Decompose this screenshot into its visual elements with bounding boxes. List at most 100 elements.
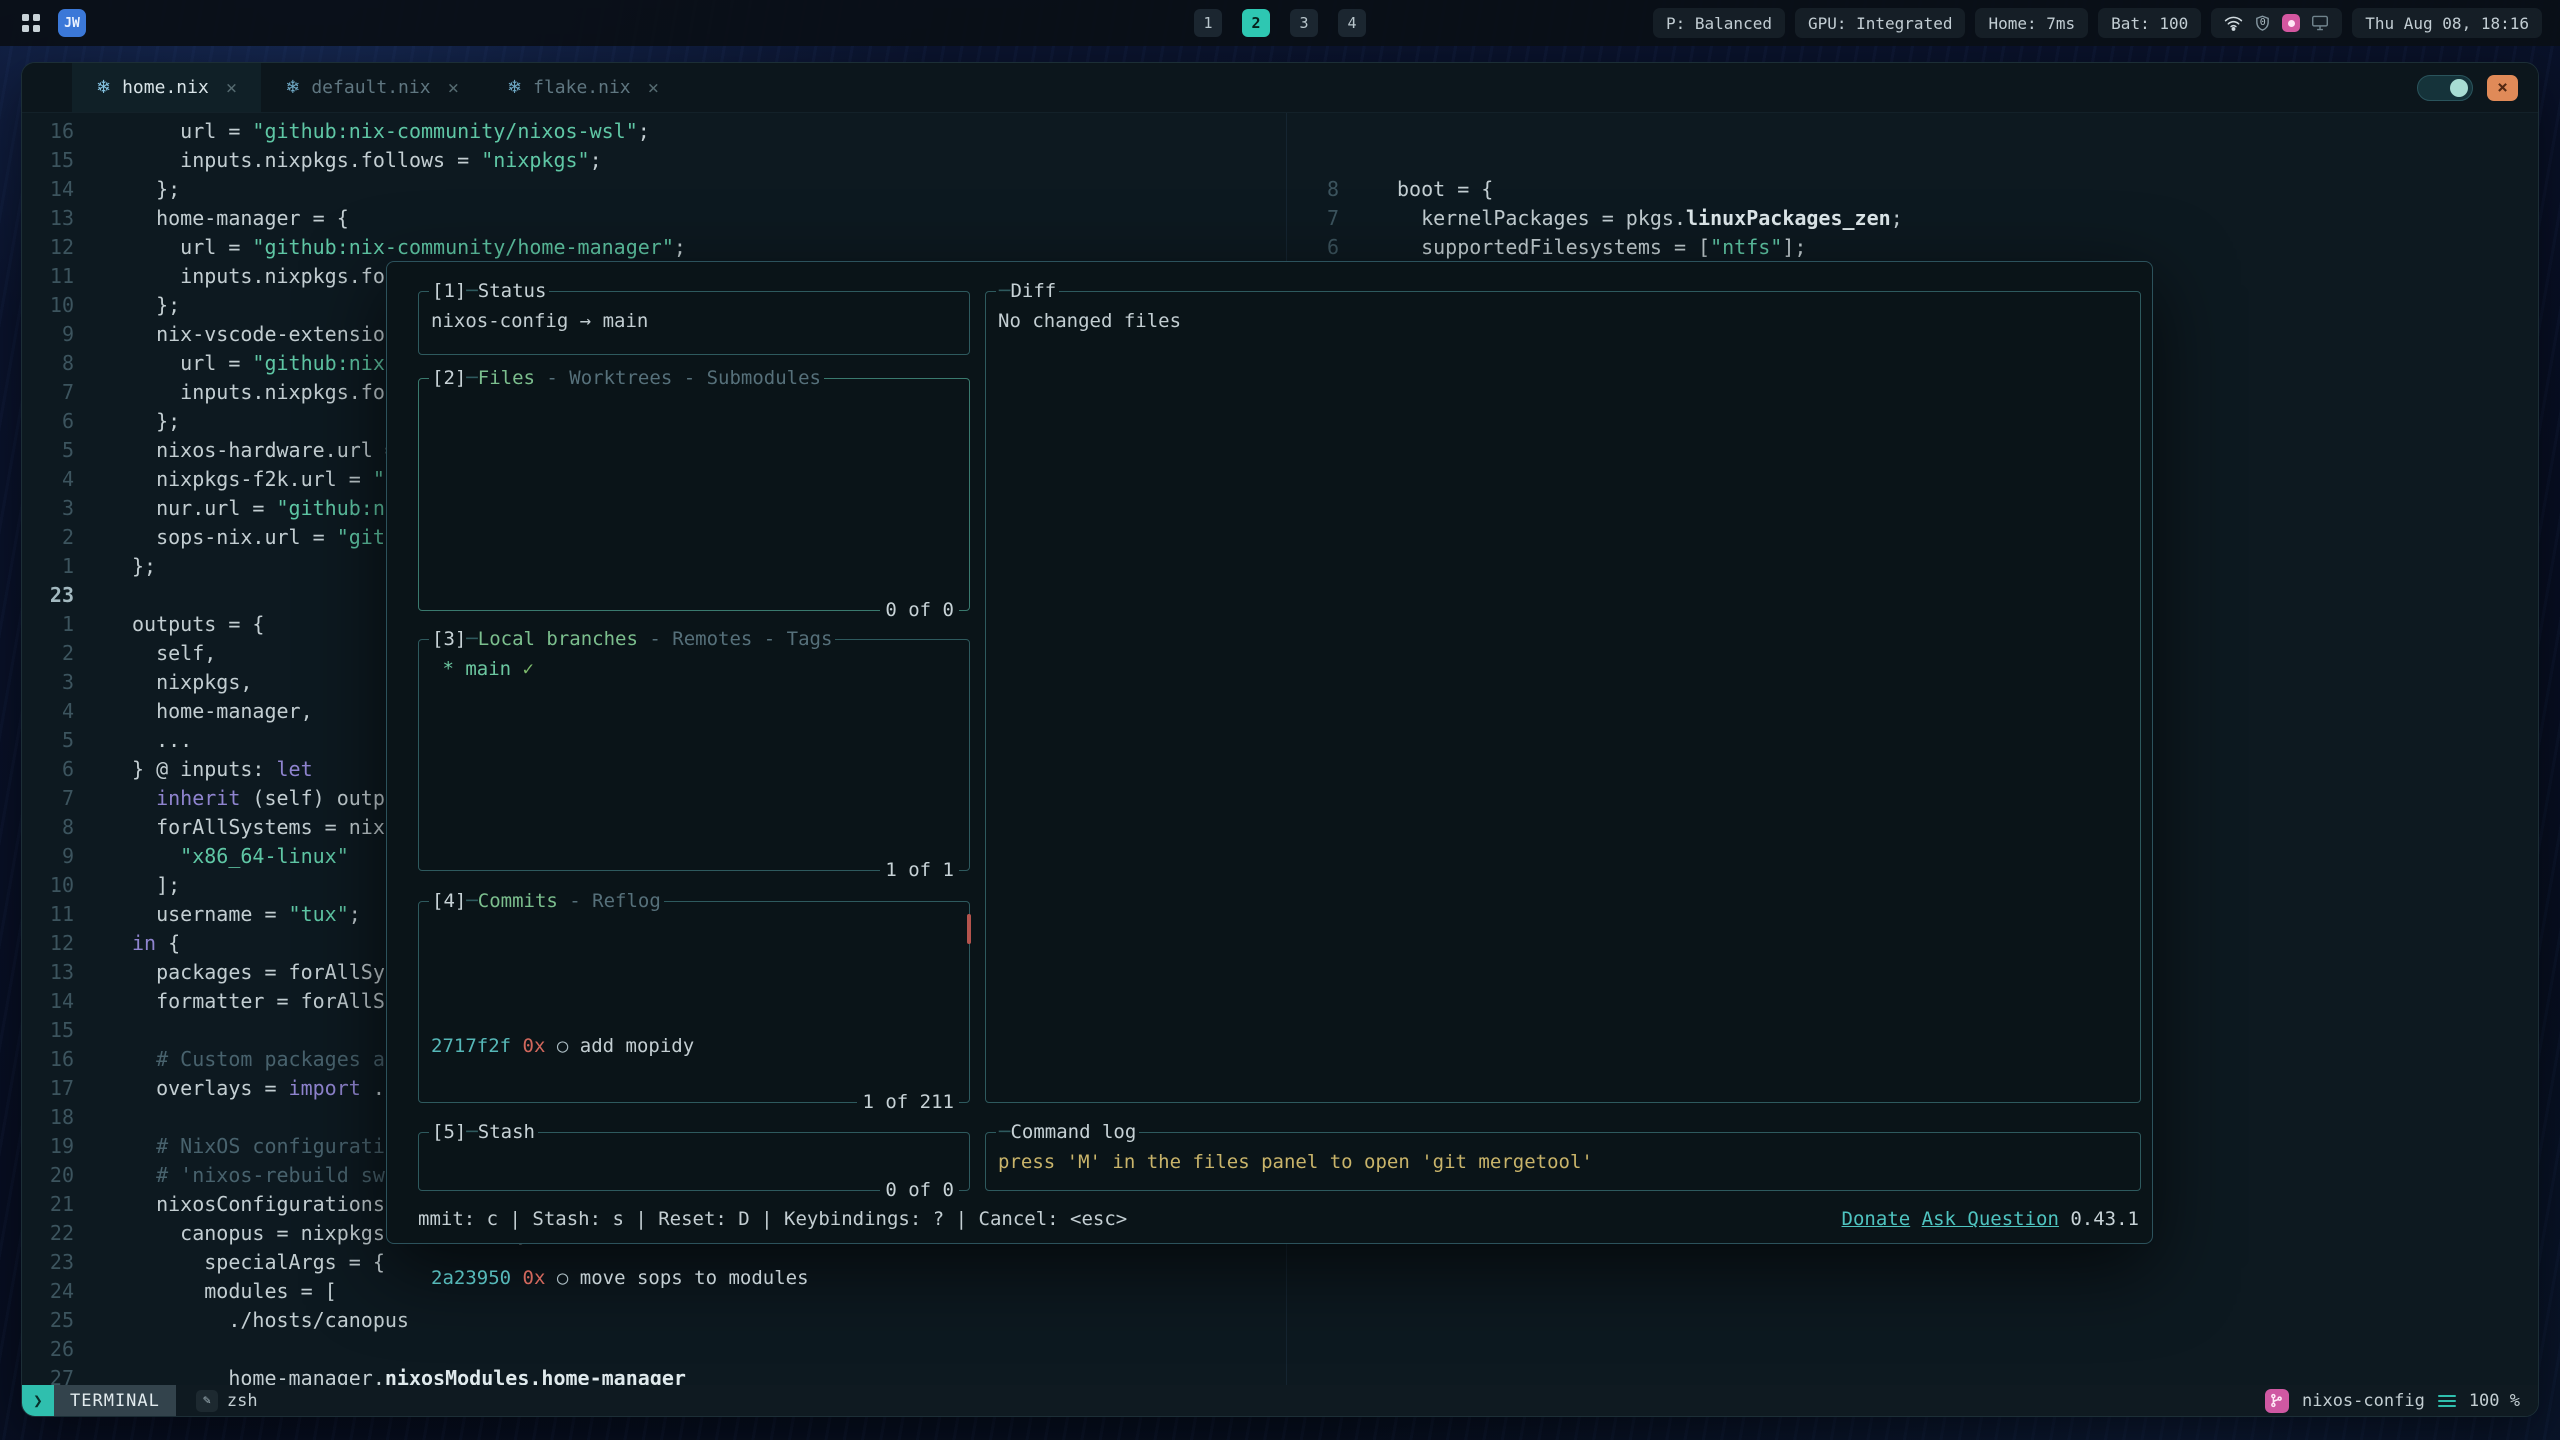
tab-close-icon[interactable]: × (448, 77, 459, 99)
files-count: 0 of 0 (880, 596, 959, 625)
ask-question-link[interactable]: Ask Question (1922, 1208, 2059, 1230)
line-number: 17 (22, 1074, 74, 1103)
code-text: ]; (74, 871, 180, 900)
line-number: 4 (22, 697, 74, 726)
line-number: 8 (22, 349, 74, 378)
command-log-content: press 'M' in the files panel to open 'gi… (986, 1133, 2140, 1177)
status-segment: Home: 7ms (1975, 8, 2088, 38)
commits-scrollbar[interactable] (967, 914, 971, 944)
code-text (74, 581, 132, 610)
line-number: 3 (22, 668, 74, 697)
files-panel-title: [2]─Files - Worktrees - Submodules (429, 364, 824, 393)
commit-row[interactable]: 2a23950 0x ○ move sops to modules (431, 1264, 957, 1293)
shell-name: zsh (227, 1391, 258, 1411)
line-number: 19 (22, 1132, 74, 1161)
tab-close-icon[interactable]: × (648, 77, 659, 99)
nix-icon: ❄ (507, 77, 522, 98)
notifications-icon[interactable] (2282, 14, 2300, 32)
lazygit-branches-panel[interactable]: [3]─Local branches - Remotes - Tags * ma… (418, 639, 970, 871)
lazygit-files-panel[interactable]: [2]─Files - Worktrees - Submodules 0 of … (418, 378, 970, 611)
current-branch: main (603, 310, 649, 332)
line-number: 13 (22, 958, 74, 987)
line-number: 7 (1287, 204, 1339, 233)
code-text: boot = { (1339, 175, 1493, 204)
donate-link[interactable]: Donate (1842, 1208, 1911, 1230)
code-text: }; (74, 291, 180, 320)
lazygit-diff-panel[interactable]: ─Diff No changed files (985, 291, 2141, 1103)
code-text: modules = [ (74, 1277, 337, 1306)
terminal-window: ❄ home.nix × ❄ default.nix × ❄ flake.nix… (21, 62, 2539, 1417)
code-text: ... (74, 726, 192, 755)
commit-push-mark: 0x (523, 1383, 546, 1385)
lazygit-commits-panel[interactable]: [4]─Commits - Reflog 2717f2f 0x ○ add mo… (418, 901, 970, 1103)
line-number: 11 (22, 900, 74, 929)
stash-panel-title: [5]─Stash (429, 1118, 538, 1147)
apps-grid-icon[interactable] (18, 10, 44, 36)
tab-close-icon[interactable]: × (226, 77, 237, 99)
branches-count: 1 of 1 (880, 856, 959, 885)
lazygit-stash-panel[interactable]: [5]─Stash 0 of 0 (418, 1132, 970, 1191)
code-text: inputs.nixpkgs.follows = "nixpkgs"; (74, 146, 602, 175)
line-number: 6 (22, 755, 74, 784)
line-number: 5 (22, 436, 74, 465)
lazygit-popup: [1]─Status nixos-config → main [2]─Files… (386, 261, 2153, 1244)
line-number: 9 (22, 842, 74, 871)
branch-check-icon: ✓ (511, 658, 534, 680)
line-number: 25 (22, 1306, 74, 1335)
editor-tab[interactable]: ❄ home.nix × (72, 63, 261, 112)
code-text: nixosConfigurations = { (74, 1190, 433, 1219)
shell-segment: ✎ zsh (196, 1390, 258, 1412)
editor-statusbar: ❯ TERMINAL ✎ zsh nixos-config 100 % (22, 1385, 2538, 1416)
lazygit-command-log-panel[interactable]: ─Command log press 'M' in the files pane… (985, 1132, 2141, 1191)
code-line: 8boot = { (1287, 175, 2538, 204)
code-text (74, 1016, 132, 1045)
system-bar: JW 1 2 3 4 P: Balanced GPU: Integrated H… (0, 0, 2560, 46)
line-number: 4 (22, 465, 74, 494)
statusbar-right: nixos-config 100 % (2265, 1389, 2538, 1413)
line-number: 2 (22, 523, 74, 552)
line-number: 22 (22, 1219, 74, 1248)
code-line: 6 supportedFilesystems = ["ntfs"]; (1287, 233, 2538, 262)
code-line: 16 url = "github:nix-community/nixos-wsl… (22, 117, 1286, 146)
clock[interactable]: Thu Aug 08, 18:16 (2352, 8, 2542, 38)
window-pin-toggle[interactable] (2417, 75, 2473, 101)
commit-message: add mopidy (580, 1035, 694, 1057)
commit-graph-node-icon: ○ (557, 1267, 568, 1289)
code-text: }; (74, 175, 180, 204)
code-line: 7 kernelPackages = pkgs.linuxPackages_ze… (1287, 204, 2538, 233)
wifi-icon[interactable] (2224, 15, 2243, 31)
display-icon[interactable] (2311, 15, 2329, 31)
git-repo-name[interactable]: nixos-config (2302, 1391, 2425, 1411)
scroll-percentage: 100 % (2469, 1391, 2520, 1411)
status-segment: P: Balanced (1653, 8, 1785, 38)
workspace-button[interactable]: 1 (1194, 9, 1222, 37)
commit-row[interactable]: 2717f2f 0x ○ add mopidy (431, 1032, 957, 1061)
line-number: 10 (22, 291, 74, 320)
line-number: 12 (22, 929, 74, 958)
code-text: outputs = { (74, 610, 264, 639)
workspace-button[interactable]: 4 (1338, 9, 1366, 37)
code-text: in { (74, 929, 180, 958)
lazygit-links: Donate Ask Question 0.43.1 (1842, 1205, 2139, 1234)
workspace-button[interactable]: 2 (1242, 9, 1270, 37)
editor-tab[interactable]: ❄ default.nix × (261, 63, 483, 112)
shield-icon[interactable]: 0 (2254, 14, 2271, 32)
window-close-button[interactable]: × (2487, 75, 2518, 101)
commit-hash: 2a23950 (431, 1267, 511, 1289)
line-number: 6 (1287, 233, 1339, 262)
code-text: url = "github:nix-community/nixos-wsl"; (74, 117, 650, 146)
commit-row[interactable]: d920218 0x ○ move common imports (431, 1380, 957, 1385)
code-text: }; (74, 407, 180, 436)
shell-icon: ✎ (196, 1390, 218, 1412)
editor-tabbar: ❄ home.nix × ❄ default.nix × ❄ flake.nix… (22, 63, 2538, 113)
launcher-logo-icon[interactable]: JW (58, 9, 86, 37)
commit-message: move common imports (580, 1383, 797, 1385)
lazygit-status-panel[interactable]: [1]─Status nixos-config → main (418, 291, 970, 355)
line-number: 14 (22, 987, 74, 1016)
system-tray: 0 (2211, 8, 2342, 38)
editor-tab[interactable]: ❄ flake.nix × (483, 63, 683, 112)
code-line: 12 url = "github:nix-community/home-mana… (22, 233, 1286, 262)
status-segment: Bat: 100 (2098, 8, 2201, 38)
tab-label: flake.nix (533, 77, 631, 98)
workspace-button[interactable]: 3 (1290, 9, 1318, 37)
